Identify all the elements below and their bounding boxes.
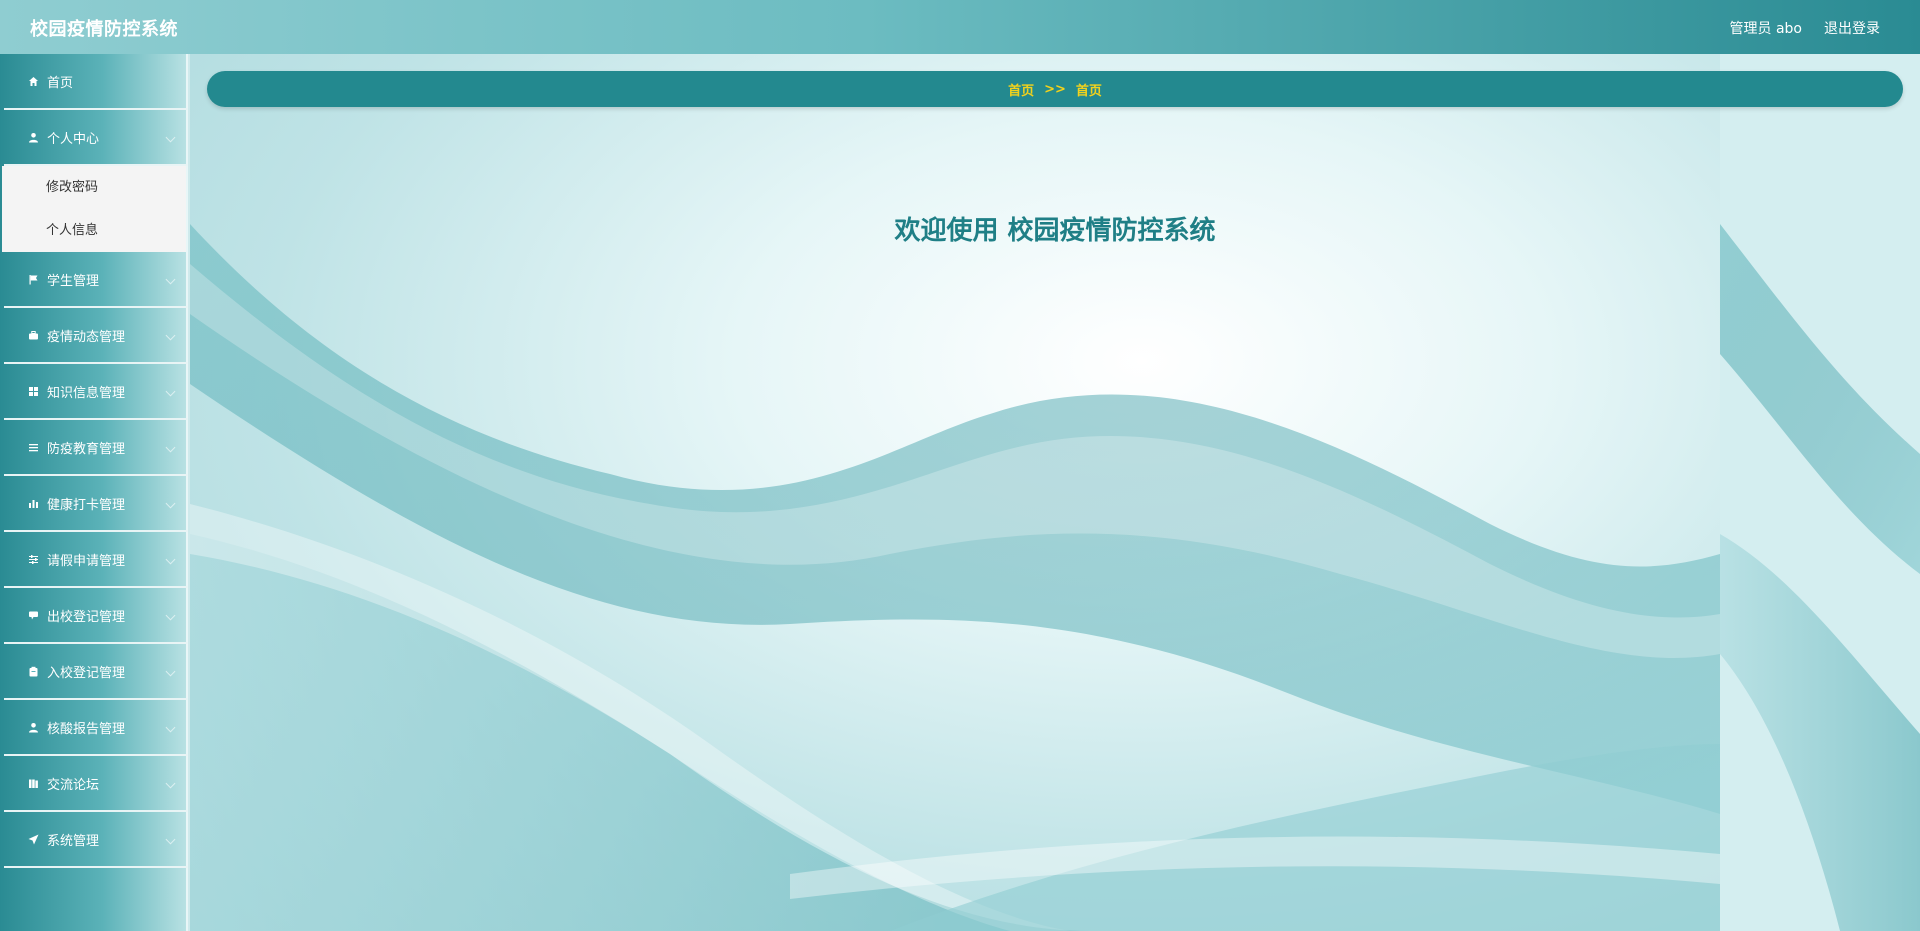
chevron-down-icon <box>165 666 176 677</box>
send-icon <box>26 832 40 846</box>
sidebar-item-nucleic-report[interactable]: 核酸报告管理 <box>4 700 188 756</box>
sidebar-item-prevention-education[interactable]: 防疫教育管理 <box>4 420 188 476</box>
sidebar-item-entry-registration[interactable]: 入校登记管理 <box>4 644 188 700</box>
sidebar-item-student-management[interactable]: 学生管理 <box>4 252 188 308</box>
flag-icon <box>26 272 40 286</box>
sidebar-item-personal-center[interactable]: 个人中心 <box>4 110 188 166</box>
sidebar-item-label: 疫情动态管理 <box>47 329 126 345</box>
breadcrumb: 首页 >> 首页 <box>207 71 1903 107</box>
chevron-down-icon <box>165 834 176 845</box>
sidebar-item-label: 个人中心 <box>47 131 100 147</box>
breadcrumb-separator: >> <box>1044 81 1066 97</box>
sidebar-item-leave-request[interactable]: 请假申请管理 <box>4 532 188 588</box>
chevron-down-icon <box>165 274 176 285</box>
book-icon <box>26 776 40 790</box>
breadcrumb-home-link[interactable]: 首页 <box>1008 80 1034 99</box>
sidebar-item-exit-registration[interactable]: 出校登记管理 <box>4 588 188 644</box>
sidebar-item-epidemic-news[interactable]: 疫情动态管理 <box>4 308 188 364</box>
list-icon <box>26 440 40 454</box>
current-user-label[interactable]: 管理员 abo <box>1730 18 1802 38</box>
chevron-down-icon <box>165 722 176 733</box>
sidebar-item-label: 系统管理 <box>47 833 100 849</box>
grid-icon <box>26 384 40 398</box>
sidebar-item-label: 核酸报告管理 <box>47 721 126 737</box>
chevron-down-icon <box>165 330 176 341</box>
chevron-down-icon <box>165 498 176 509</box>
breadcrumb-current[interactable]: 首页 <box>1076 80 1102 99</box>
sidebar-item-forum[interactable]: 交流论坛 <box>4 756 188 812</box>
sliders-icon <box>26 552 40 566</box>
sidebar-item-label: 出校登记管理 <box>47 609 126 625</box>
comment-icon <box>26 608 40 622</box>
user-icon <box>26 130 40 144</box>
sidebar-item-knowledge-info[interactable]: 知识信息管理 <box>4 364 188 420</box>
chevron-down-icon <box>165 132 176 143</box>
sidebar-item-health-checkin[interactable]: 健康打卡管理 <box>4 476 188 532</box>
chevron-down-icon <box>165 554 176 565</box>
chevron-down-icon <box>165 778 176 789</box>
home-icon <box>26 74 40 88</box>
app-title: 校园疫情防控系统 <box>30 19 178 40</box>
submenu-item-change-password[interactable]: 修改密码 <box>2 166 186 209</box>
chevron-down-icon <box>165 610 176 621</box>
sidebar-item-label: 学生管理 <box>47 273 100 289</box>
chevron-down-icon <box>165 386 176 397</box>
silk-wave-background <box>190 54 1920 931</box>
chevron-down-icon <box>165 442 176 453</box>
sidebar: 首页 个人中心 修改密码 个人信息 学生管理 疫情动态管理 知识信息管理 防疫教… <box>0 54 188 931</box>
sidebar-item-label: 请假申请管理 <box>47 553 126 569</box>
sidebar-item-label: 知识信息管理 <box>47 385 126 401</box>
top-header: 校园疫情防控系统 管理员 abo 退出登录 <box>0 0 1920 54</box>
sidebar-item-system-management[interactable]: 系统管理 <box>4 812 188 868</box>
briefcase-icon <box>26 328 40 342</box>
sidebar-item-label: 首页 <box>47 75 74 91</box>
main-content: 首页 >> 首页 欢迎使用 校园疫情防控系统 <box>190 54 1920 931</box>
sidebar-item-label: 健康打卡管理 <box>47 497 126 513</box>
welcome-title: 欢迎使用 校园疫情防控系统 <box>894 216 1216 246</box>
clipboard-icon <box>26 664 40 678</box>
header-actions: 管理员 abo 退出登录 <box>1730 18 1880 38</box>
user-icon <box>26 720 40 734</box>
submenu-personal-center: 修改密码 个人信息 <box>2 166 186 252</box>
sidebar-item-label: 防疫教育管理 <box>47 441 126 457</box>
sidebar-item-label: 入校登记管理 <box>47 665 126 681</box>
logout-button[interactable]: 退出登录 <box>1824 18 1880 38</box>
bar-chart-icon <box>26 496 40 510</box>
submenu-item-personal-info[interactable]: 个人信息 <box>2 209 186 252</box>
sidebar-item-home[interactable]: 首页 <box>4 54 188 110</box>
sidebar-item-label: 交流论坛 <box>47 777 100 793</box>
